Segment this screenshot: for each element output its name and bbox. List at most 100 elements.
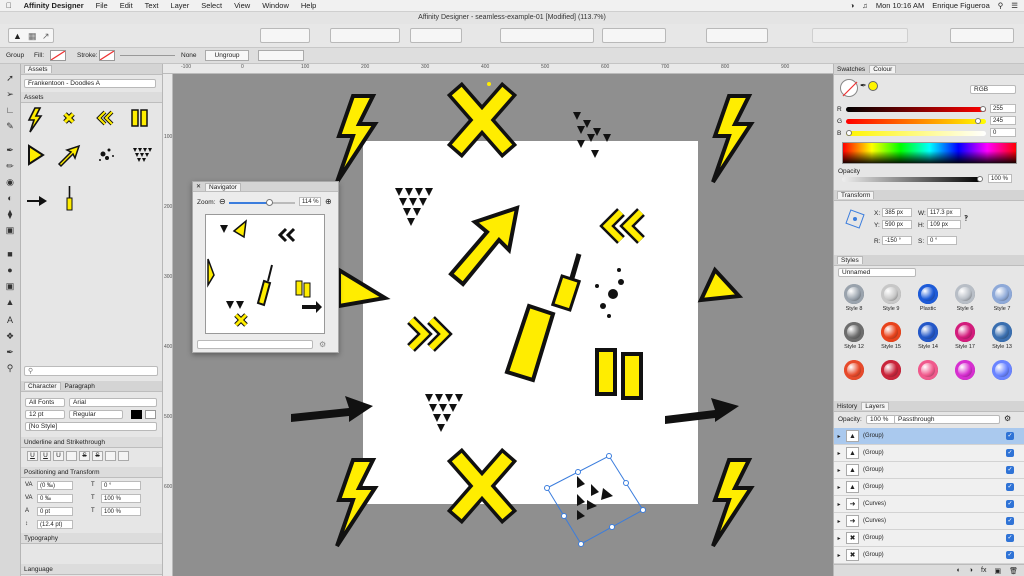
font-collection-dropdown[interactable]: All Fonts xyxy=(25,398,65,407)
menu-select[interactable]: Select xyxy=(195,1,228,10)
menu-file[interactable]: File xyxy=(90,1,114,10)
opacity-slider-knob[interactable] xyxy=(977,176,983,182)
search-icon[interactable]: ⚲ xyxy=(998,1,1004,10)
triangle-tool-icon[interactable]: ▲ xyxy=(4,296,16,308)
style-preset[interactable]: Style 6 xyxy=(947,284,983,312)
distribute-buttons[interactable] xyxy=(602,28,666,43)
zoom-tool-icon[interactable]: ⚲ xyxy=(4,362,16,374)
tracking-field[interactable]: 0 ‰ xyxy=(37,494,73,503)
green-slider[interactable] xyxy=(846,118,986,124)
place-image-icon[interactable]: ▣ xyxy=(4,224,16,236)
text-fill-swatch[interactable] xyxy=(131,410,142,419)
menu-list-icon[interactable]: ☰ xyxy=(1011,1,1018,10)
red-slider[interactable] xyxy=(846,106,986,112)
zoom-out-icon[interactable]: ⊖ xyxy=(219,197,226,206)
double-underline-button[interactable]: U xyxy=(40,451,51,461)
lock-aspect-icon[interactable]: ‽ xyxy=(964,214,968,223)
corner-tool-icon[interactable]: ∟ xyxy=(4,104,16,116)
green-value[interactable]: 245 xyxy=(990,116,1016,125)
tab-layers[interactable]: Layers xyxy=(861,402,889,410)
snapping-buttons[interactable] xyxy=(706,28,768,43)
layer-row[interactable]: ▸ ✖ (Group) ✓ xyxy=(834,530,1024,547)
align-buttons[interactable] xyxy=(500,28,594,43)
expand-arrow-icon[interactable]: ▸ xyxy=(834,484,844,491)
style-preset[interactable]: Style 9 xyxy=(873,284,909,312)
rotation-field[interactable]: 0 ° xyxy=(101,481,141,490)
style-preset[interactable]: Style 8 xyxy=(836,284,872,312)
expand-arrow-icon[interactable]: ▸ xyxy=(834,535,844,542)
pen-tool-icon[interactable]: ✒ xyxy=(4,144,16,156)
pixel-persona-icon[interactable]: ▦ xyxy=(28,31,37,42)
anchor-point-selector[interactable] xyxy=(844,208,866,230)
volume-icon[interactable]: ♫ xyxy=(862,1,868,10)
menu-layer[interactable]: Layer xyxy=(164,1,195,10)
style-preset[interactable] xyxy=(947,360,983,382)
transform-shear[interactable]: 0 ° xyxy=(927,236,957,245)
menu-help[interactable]: Help xyxy=(295,1,322,10)
underline-section-header[interactable]: Underline and Strikethrough xyxy=(21,437,162,448)
zoom-slider-knob[interactable] xyxy=(265,199,273,206)
ellipse-tool-icon[interactable]: ● xyxy=(4,264,16,276)
tab-character[interactable]: Character xyxy=(24,382,61,390)
layer-visibility-checkbox[interactable]: ✓ xyxy=(1006,432,1014,440)
zoom-in-icon[interactable]: ⊕ xyxy=(325,197,332,206)
fill-swatch[interactable] xyxy=(50,50,66,61)
wifi-icon[interactable]: ◑ xyxy=(850,1,855,10)
expand-arrow-icon[interactable]: ▸ xyxy=(834,518,844,525)
transform-y[interactable]: 590 px xyxy=(882,220,912,229)
blue-value[interactable]: 0 xyxy=(990,128,1016,137)
asset-grid[interactable] xyxy=(25,106,157,216)
colour-spectrum[interactable] xyxy=(842,142,1017,164)
menu-view[interactable]: View xyxy=(228,1,256,10)
tab-colour[interactable]: Colour xyxy=(869,65,897,73)
shape-text-tool-icon[interactable]: ❖ xyxy=(4,330,16,342)
tab-styles[interactable]: Styles xyxy=(837,256,863,264)
eyedropper-icon[interactable]: ✒ xyxy=(860,81,867,90)
tab-history[interactable]: History xyxy=(837,403,857,410)
tab-assets[interactable]: Assets xyxy=(24,65,52,73)
expand-arrow-icon[interactable]: ▸ xyxy=(834,450,844,457)
underline-none-button[interactable] xyxy=(66,451,77,461)
studio-buttons[interactable] xyxy=(950,28,1014,43)
transform-h[interactable]: 109 px xyxy=(927,220,961,229)
transparency-tool-icon[interactable]: ◐ xyxy=(4,192,16,204)
layer-visibility-checkbox[interactable]: ✓ xyxy=(1006,449,1014,457)
horizontal-ruler[interactable]: -100 0 100 200 300 400 500 600 700 800 9… xyxy=(163,64,833,74)
close-icon[interactable]: ✕ xyxy=(196,183,201,190)
layer-visibility-checkbox[interactable]: ✓ xyxy=(1006,500,1014,508)
layer-opacity-dropdown[interactable]: 100 % xyxy=(866,415,896,424)
assets-category-dropdown[interactable]: Frankentoon - Doodles A xyxy=(24,79,156,88)
move-tool-icon[interactable]: ➚ xyxy=(4,72,16,84)
font-weight-dropdown[interactable]: Regular xyxy=(69,410,123,419)
layer-visibility-checkbox[interactable]: ✓ xyxy=(1006,551,1014,559)
style-preset[interactable] xyxy=(910,360,946,382)
navigator-preview[interactable] xyxy=(205,214,325,334)
layer-visibility-checkbox[interactable]: ✓ xyxy=(1006,517,1014,525)
transform-rotation[interactable]: -150 ° xyxy=(882,236,912,245)
layer-mask-icon[interactable]: ◐ xyxy=(957,567,961,574)
crop-tool-icon[interactable]: ⧫ xyxy=(4,208,16,220)
positioning-section-header[interactable]: Positioning and Transform xyxy=(21,467,162,478)
fx-icon[interactable]: fx xyxy=(981,567,986,574)
delete-layer-icon[interactable]: 🗑 xyxy=(1009,567,1018,575)
brush-tool-icon[interactable]: ✏ xyxy=(4,160,16,172)
underline-button[interactable]: U xyxy=(27,451,38,461)
eyedropper-tool-icon[interactable]: ✒ xyxy=(4,346,16,358)
menu-text[interactable]: Text xyxy=(139,1,165,10)
text-style-dropdown[interactable]: [No Style] xyxy=(25,422,157,431)
text-tool-icon[interactable]: A xyxy=(4,314,16,326)
layer-row[interactable]: ▸ ➜ (Curves) ✓ xyxy=(834,496,1024,513)
boolean-buttons[interactable] xyxy=(410,28,462,43)
hscale-field[interactable]: 100 % xyxy=(101,494,141,503)
menubar-user[interactable]: Enrique Figueroa xyxy=(932,1,990,10)
rectangle-tool-icon[interactable]: ■ xyxy=(4,248,16,260)
language-section-header[interactable]: Language xyxy=(21,564,162,575)
ungroup-button[interactable]: Ungroup xyxy=(205,50,249,61)
style-preset[interactable]: Style 15 xyxy=(873,322,909,350)
persona-switcher[interactable]: ▲ ▦ ↗ xyxy=(8,28,54,43)
layer-row[interactable]: ▸ ▲ (Group) ✓ xyxy=(834,428,1024,445)
kerning-field[interactable]: (0 ‰) xyxy=(37,481,73,490)
vscale-field[interactable]: 100 % xyxy=(101,507,141,516)
styles-category-dropdown[interactable]: Unnamed xyxy=(838,268,916,277)
style-preset[interactable] xyxy=(873,360,909,382)
